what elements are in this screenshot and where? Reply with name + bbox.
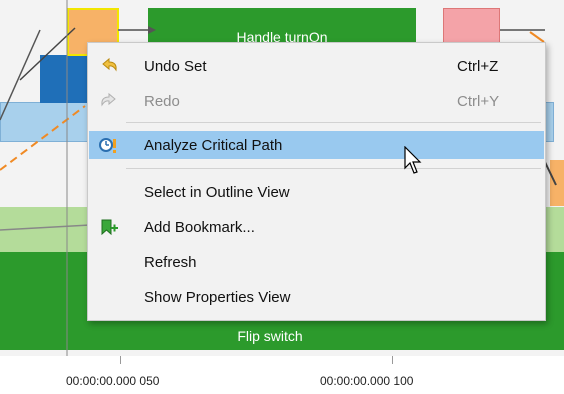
- axis-tick-label: 00:00:00.000 100: [320, 374, 414, 388]
- mouse-cursor-icon: [404, 146, 422, 174]
- menu-item-add-bookmark[interactable]: Add Bookmark...: [89, 213, 544, 241]
- menu-item-label: Analyze Critical Path: [144, 137, 283, 154]
- add-bookmark-icon: [99, 218, 119, 236]
- axis-tick-label: 00:00:00.000 050: [66, 374, 160, 388]
- menu-item-label: Select in Outline View: [144, 184, 290, 201]
- time-axis: 00:00:00.000 050 00:00:00.000 100: [0, 356, 564, 394]
- menu-item-refresh[interactable]: Refresh: [89, 248, 544, 276]
- menu-separator: [126, 168, 541, 169]
- axis-tick: [120, 356, 121, 364]
- axis-tick: [392, 356, 393, 364]
- menu-item-select-in-outline-view[interactable]: Select in Outline View: [89, 178, 544, 206]
- menu-item-label: Show Properties View: [144, 289, 291, 306]
- menu-separator: [126, 122, 541, 123]
- undo-icon: [99, 57, 119, 75]
- context-menu: Undo Set Ctrl+Z Redo Ctrl+Y Analyze Crit…: [87, 42, 546, 321]
- menu-item-label: Undo Set: [144, 58, 207, 75]
- redo-icon: [99, 92, 119, 110]
- menu-item-label: Add Bookmark...: [144, 219, 255, 236]
- menu-item-label: Redo: [144, 93, 180, 110]
- menu-item-redo: Redo Ctrl+Y: [89, 87, 544, 115]
- menu-item-shortcut: Ctrl+Z: [457, 58, 499, 75]
- menu-item-analyze-critical-path[interactable]: Analyze Critical Path: [89, 131, 544, 159]
- critical-path-icon: [99, 136, 119, 154]
- menu-item-show-properties-view[interactable]: Show Properties View: [89, 283, 544, 311]
- menu-item-shortcut: Ctrl+Y: [457, 93, 500, 110]
- menu-item-label: Refresh: [144, 254, 197, 271]
- menu-item-undo-set[interactable]: Undo Set Ctrl+Z: [89, 52, 544, 80]
